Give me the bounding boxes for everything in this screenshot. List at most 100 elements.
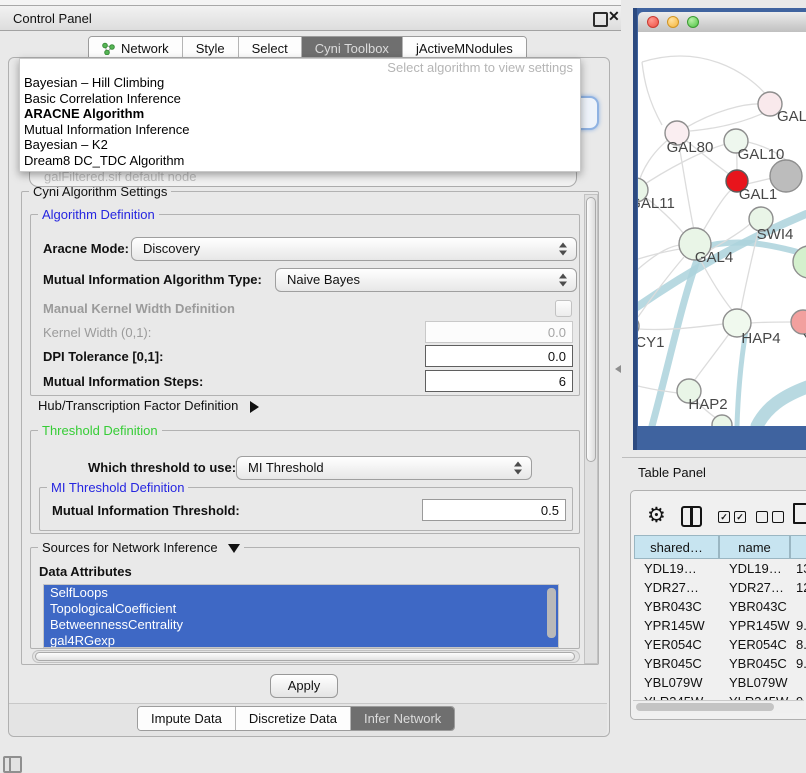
mi-threshold-field[interactable]: 0.5 xyxy=(422,499,566,521)
aracne-mode-combobox[interactable]: Discovery xyxy=(131,237,577,261)
algorithm-option[interactable]: Dream8 DC_TDC Algorithm xyxy=(20,153,580,169)
network-window: GALGAL80GAL10GAL1GAL11SWI4GAL4GCY1HAP4YH… xyxy=(633,8,806,450)
algorithm-option[interactable]: ARACNE Algorithm xyxy=(20,106,580,122)
zoom-window-icon[interactable] xyxy=(687,16,699,28)
float-panel-icon[interactable] xyxy=(593,12,608,27)
unselect-all-columns-icon[interactable] xyxy=(756,511,784,523)
table-panel: ⚙ ✓ ✓ shared…nameA… YDL19…YDL19…13YDR27…… xyxy=(630,490,806,720)
unchecked-box-icon xyxy=(756,511,768,523)
which-threshold-label: Which threshold to use: xyxy=(88,458,236,478)
data-attribute-item[interactable]: SelfLoops xyxy=(44,585,558,601)
apply-button[interactable]: Apply xyxy=(270,674,338,698)
algorithm-popup-list: Bayesian – Hill ClimbingBasic Correlatio… xyxy=(20,75,580,168)
network-canvas[interactable]: GALGAL80GAL10GAL1GAL11SWI4GAL4GCY1HAP4YH… xyxy=(638,32,806,426)
table-cell: YBR043C xyxy=(719,597,790,616)
hub-definition-label: Hub/Transcription Factor Definition xyxy=(38,398,238,413)
table-row[interactable]: YBR045CYBR045C9. xyxy=(634,654,806,673)
table-horizontal-scrollbar[interactable] xyxy=(633,700,804,713)
data-attribute-item[interactable]: TopologicalCoefficient xyxy=(44,601,558,617)
dpi-tolerance-field[interactable]: 0.0 xyxy=(425,345,573,367)
cyni-toolbox-panel: galFiltered.sif default node Select algo… xyxy=(8,57,610,737)
data-attribute-item[interactable]: BetweennessCentrality xyxy=(44,617,558,633)
network-node[interactable] xyxy=(638,316,639,336)
tab-impute-data[interactable]: Impute Data xyxy=(138,707,236,730)
column-header[interactable]: A… xyxy=(790,535,806,559)
minimize-window-icon[interactable] xyxy=(667,16,679,28)
settings-scrollbar-thumb[interactable] xyxy=(586,197,596,462)
mi-steps-label: Mutual Information Steps: xyxy=(43,372,203,392)
gear-icon[interactable]: ⚙ xyxy=(647,505,666,526)
table-row[interactable]: YER054CYER054C8. xyxy=(634,635,806,654)
algorithm-option[interactable]: Bayesian – Hill Climbing xyxy=(20,75,580,91)
panel-splitter-handle[interactable] xyxy=(615,365,621,373)
algorithm-definition-group: Algorithm Definition Aracne Mode: Discov… xyxy=(30,214,580,396)
select-all-columns-icon[interactable]: ✓ ✓ xyxy=(718,511,746,523)
table-row[interactable]: YDR27…YDR27…12 xyxy=(634,578,806,597)
table-panel-title: Table Panel xyxy=(638,465,706,480)
table-cell: YDL19… xyxy=(634,559,719,578)
tab-label: Select xyxy=(252,41,288,56)
table-cell: 13 xyxy=(790,559,806,578)
data-attributes-listbox[interactable]: SelfLoopsTopologicalCoefficientBetweenne… xyxy=(43,584,559,648)
close-window-icon[interactable] xyxy=(647,16,659,28)
table-cell: YBR043C xyxy=(634,597,719,616)
table-cell: YDR27… xyxy=(634,578,719,597)
column-header[interactable]: shared… xyxy=(634,535,719,559)
which-threshold-combobox[interactable]: MI Threshold xyxy=(236,456,532,480)
table-cell: YPR145W xyxy=(719,616,790,635)
network-node-label: GAL11 xyxy=(638,195,675,212)
table-cell: YBL079W xyxy=(634,673,719,692)
show-columns-icon[interactable] xyxy=(681,506,702,527)
tab-infer-network[interactable]: Infer Network xyxy=(351,707,454,730)
list-scrollbar-thumb[interactable] xyxy=(547,588,556,638)
column-header[interactable]: name xyxy=(719,535,790,559)
algorithm-option[interactable]: Mutual Information Inference xyxy=(20,122,580,138)
algorithm-option[interactable]: Bayesian – K2 xyxy=(20,137,580,153)
spinner-arrows-icon xyxy=(559,274,567,287)
mi-type-combobox[interactable]: Naive Bayes xyxy=(275,268,577,292)
algorithm-placeholder: Select algorithm to view settings xyxy=(20,59,580,75)
network-node[interactable] xyxy=(770,160,802,192)
tab-discretize-data[interactable]: Discretize Data xyxy=(236,707,351,730)
table-cell: YER054C xyxy=(634,635,719,654)
close-panel-icon[interactable]: ✕ xyxy=(608,8,620,25)
settings-vertical-scrollbar[interactable] xyxy=(584,194,598,664)
aracne-mode-value: Discovery xyxy=(143,241,200,256)
docked-panel-icon[interactable] xyxy=(3,756,22,773)
settings-horizontal-scrollbar[interactable] xyxy=(32,650,580,663)
algorithm-option[interactable]: Basic Correlation Inference xyxy=(20,91,580,107)
manual-kernel-width-checkbox[interactable] xyxy=(555,300,572,317)
hub-definition-toggle[interactable]: Hub/Transcription Factor Definition xyxy=(38,398,259,413)
network-node-label: GAL10 xyxy=(738,146,785,163)
tab-label: Style xyxy=(196,41,225,56)
checked-box-icon: ✓ xyxy=(718,511,730,523)
kernel-width-field[interactable]: 0.0 xyxy=(425,321,573,343)
network-node-label: GCY1 xyxy=(638,334,664,351)
data-attribute-item[interactable]: gal4RGexp xyxy=(44,633,558,648)
checked-box-icon: ✓ xyxy=(734,511,746,523)
cyni-bottom-tabs: Impute Data Discretize Data Infer Networ… xyxy=(137,706,455,731)
table-cell: YBL079W xyxy=(719,673,790,692)
mi-steps-field[interactable]: 6 xyxy=(425,370,573,392)
table-row[interactable]: YBL079WYBL079W xyxy=(634,673,806,692)
network-window-titlebar[interactable] xyxy=(638,12,806,33)
spinner-arrows-icon xyxy=(514,462,522,475)
table-row[interactable]: YDL19…YDL19…13 xyxy=(634,559,806,578)
table-row[interactable]: YBR043CYBR043C xyxy=(634,597,806,616)
table-row[interactable]: YPR145WYPR145W9. xyxy=(634,616,806,635)
sources-group-title: Sources for Network Inference xyxy=(38,540,244,555)
cyni-algorithm-settings-group: Cyni Algorithm Settings Algorithm Defini… xyxy=(21,191,599,665)
table-cell: YDR27… xyxy=(719,578,790,597)
table-cell xyxy=(790,597,806,616)
spinner-arrows-icon xyxy=(559,243,567,256)
settings-hscrollbar-thumb[interactable] xyxy=(35,652,575,661)
network-node-label: GAL4 xyxy=(695,249,733,266)
export-table-icon[interactable] xyxy=(793,503,806,524)
table-hscrollbar-thumb[interactable] xyxy=(636,703,774,711)
data-attributes-label: Data Attributes xyxy=(39,562,132,582)
table-row[interactable]: YLR345WYLR345W9. xyxy=(634,692,806,700)
which-threshold-value: MI Threshold xyxy=(248,460,324,475)
tab-label: Impute Data xyxy=(151,711,222,726)
table-panel-divider xyxy=(622,457,806,458)
data-attributes-list: SelfLoopsTopologicalCoefficientBetweenne… xyxy=(44,585,558,648)
